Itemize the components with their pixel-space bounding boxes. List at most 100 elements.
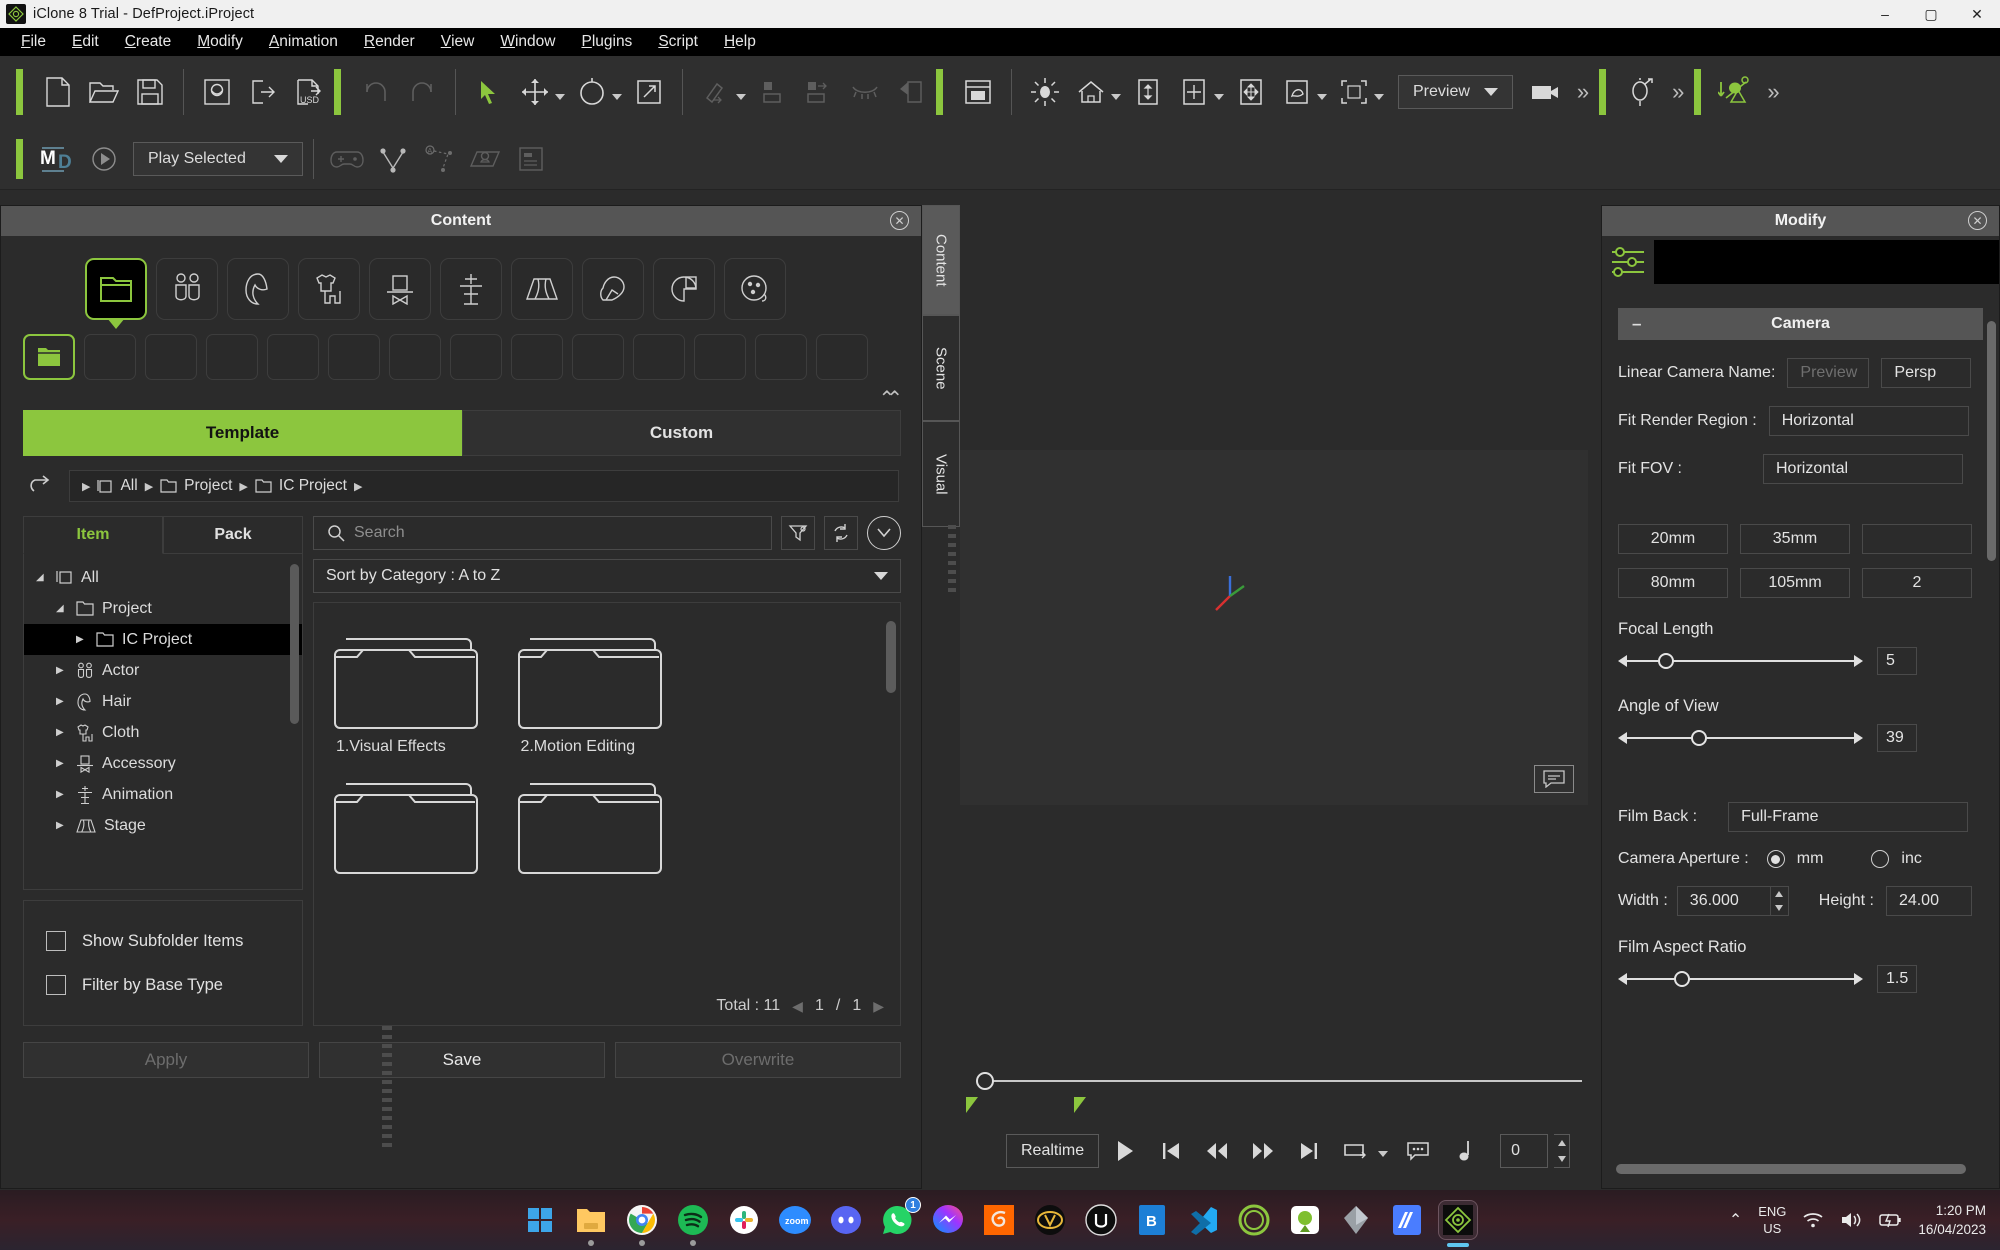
blender-icon[interactable] (1337, 1201, 1375, 1239)
slider-right-arrow-icon-3[interactable] (1854, 973, 1863, 985)
triangle-left-icon[interactable]: ◀ (792, 998, 803, 1015)
tree-item-stage[interactable]: ▶ Stage (24, 810, 302, 841)
menu-help[interactable]: Help (711, 28, 769, 56)
search-input[interactable]: Search (313, 516, 772, 550)
breadcrumb-project[interactable]: Project (184, 477, 232, 495)
loop-icon[interactable] (1335, 1131, 1375, 1171)
character-creator-icon[interactable] (1235, 1201, 1273, 1239)
path-motion-icon[interactable] (370, 136, 416, 182)
lens-preset-80mm[interactable]: 80mm (1618, 568, 1728, 598)
camera-icon[interactable] (1523, 69, 1569, 115)
maya-icon[interactable] (1031, 1201, 1069, 1239)
collapse-minus-icon[interactable]: – (1632, 314, 1641, 334)
option-show-subfolder[interactable]: Show Subfolder Items (46, 919, 302, 963)
timeline-playhead[interactable] (976, 1072, 994, 1090)
motion-director-icon[interactable] (1713, 69, 1759, 115)
tree-item-actor[interactable]: ▶ Actor (24, 655, 302, 686)
speaker-icon[interactable] (1840, 1211, 1862, 1229)
angle-of-view-slider[interactable] (1618, 728, 1863, 748)
discord-icon[interactable] (827, 1201, 865, 1239)
scale-tool-icon[interactable] (626, 69, 672, 115)
subcategory-slot-7[interactable] (389, 334, 441, 380)
category-particle[interactable] (724, 258, 786, 320)
tree-item-animation[interactable]: ▶ Animation (24, 779, 302, 810)
aperture-inch-radio[interactable] (1871, 850, 1890, 868)
modify-vertical-scrollbar[interactable] (1987, 321, 1996, 561)
align-icon[interactable] (750, 69, 796, 115)
subcategory-slot-11[interactable] (633, 334, 685, 380)
back-arrow-icon[interactable] (23, 471, 59, 501)
music-note-icon[interactable] (1444, 1131, 1484, 1171)
play-mode-dropdown[interactable]: Play Selected (133, 141, 303, 176)
new-project-icon[interactable] (35, 69, 81, 115)
lens-preset-20mm[interactable]: 20mm (1618, 524, 1728, 554)
subcategory-slot-13[interactable] (755, 334, 807, 380)
menu-plugins[interactable]: Plugins (568, 28, 645, 56)
light-icon[interactable] (1022, 69, 1068, 115)
spotify-icon[interactable] (674, 1201, 712, 1246)
category-cloth[interactable] (298, 258, 360, 320)
gamepad-icon[interactable] (324, 136, 370, 182)
go-to-start-button[interactable] (1151, 1131, 1191, 1171)
align-vertical-icon[interactable] (1125, 69, 1171, 115)
triangle-right-icon[interactable]: ▶ (873, 998, 884, 1015)
lens-preset-105mm[interactable]: 105mm (1740, 568, 1850, 598)
clock[interactable]: 1:20 PM 16/04/2023 (1918, 1201, 1986, 1239)
sidebar-tab-content[interactable]: Content (922, 205, 960, 315)
flip-icon[interactable] (888, 69, 934, 115)
category-media[interactable] (653, 258, 715, 320)
sliders-icon[interactable] (1602, 236, 1654, 288)
breadcrumb-all[interactable]: All (120, 477, 137, 495)
rotate-tool-icon[interactable] (569, 69, 615, 115)
viewport-resize-handle[interactable] (948, 525, 956, 645)
grid-item-3[interactable] (332, 770, 492, 875)
category-animation[interactable] (440, 258, 502, 320)
step-back-button[interactable] (1197, 1131, 1237, 1171)
frame-spinner[interactable] (1554, 1134, 1571, 1168)
unreal-engine-icon[interactable] (1082, 1201, 1120, 1239)
step-forward-button[interactable] (1243, 1131, 1283, 1171)
comment-icon[interactable] (1534, 765, 1574, 793)
slider-left-arrow-icon[interactable] (1618, 655, 1627, 667)
move-tool-dropdown-icon[interactable] (555, 93, 565, 100)
align-grid-icon[interactable] (1171, 69, 1217, 115)
render-layout-icon[interactable] (955, 69, 1001, 115)
menu-script[interactable]: Script (645, 28, 711, 56)
tree-item-project[interactable]: ◢ Project (24, 593, 302, 624)
sidebar-tab-visual[interactable]: Visual (922, 421, 960, 527)
realtime-mode-button[interactable]: Realtime (1006, 1134, 1100, 1168)
menu-edit[interactable]: Edit (59, 28, 112, 56)
expand-triangle-icon[interactable]: ◢ (36, 572, 48, 583)
chevron-up-icon[interactable]: ⌃ (1729, 1210, 1742, 1230)
collapse-triangle-icon-3[interactable]: ▶ (56, 696, 68, 707)
menu-modify[interactable]: Modify (184, 28, 256, 56)
linear-camera-name-field[interactable]: Preview (1787, 358, 1870, 388)
range-marker-end-icon[interactable] (1074, 1097, 1086, 1113)
category-hair[interactable] (227, 258, 289, 320)
grid-item-4[interactable] (516, 770, 676, 875)
breadcrumb-ic-project[interactable]: IC Project (279, 477, 347, 495)
marvelous-designer-icon[interactable]: MD (35, 136, 81, 182)
refresh-icon[interactable] (824, 516, 858, 550)
frame-number-input[interactable]: 0 (1500, 1134, 1549, 1168)
tree-item-accessory[interactable]: ▶ Accessory (24, 748, 302, 779)
lens-preset-3[interactable] (1862, 524, 1972, 554)
menu-file[interactable]: FFileile (8, 28, 59, 56)
reallusion-hub-icon[interactable] (1286, 1201, 1324, 1239)
toolbar-overflow-icon[interactable]: » (1577, 79, 1589, 105)
link-icon[interactable] (693, 69, 739, 115)
export-icon[interactable] (240, 69, 286, 115)
open-project-icon[interactable] (81, 69, 127, 115)
file-explorer-icon[interactable] (572, 1201, 610, 1246)
whatsapp-icon[interactable]: 1 (878, 1197, 921, 1239)
motion-puppet-icon[interactable] (1618, 69, 1664, 115)
subcategory-slot-4[interactable] (206, 334, 258, 380)
path-constraint-icon[interactable]: A (416, 136, 462, 182)
rotate-tool-dropdown-icon[interactable] (612, 93, 622, 100)
collapse-triangle-icon[interactable]: ▶ (76, 634, 88, 645)
play-button[interactable] (1105, 1131, 1145, 1171)
transform-dropdown-icon[interactable] (1317, 93, 1327, 100)
focal-length-slider[interactable] (1618, 651, 1863, 671)
filter-base-type-checkbox[interactable] (46, 975, 66, 995)
battery-icon[interactable] (1878, 1211, 1902, 1229)
